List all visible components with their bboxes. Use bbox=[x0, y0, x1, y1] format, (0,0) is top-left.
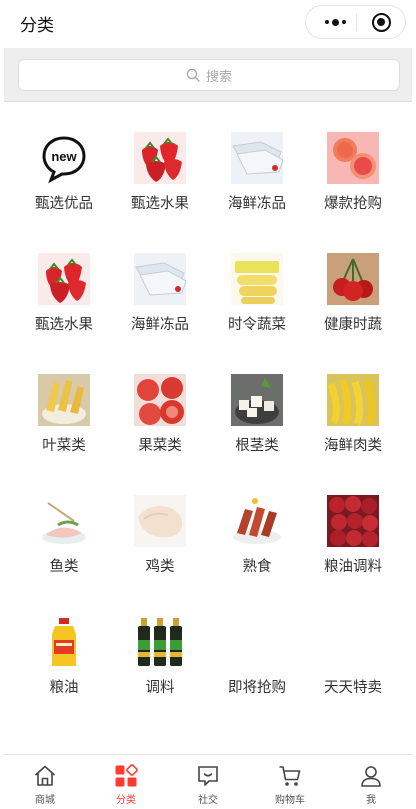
fish-slice-image bbox=[38, 495, 90, 547]
category-label: 海鲜肉类 bbox=[324, 438, 382, 454]
grapefruit-image bbox=[327, 132, 379, 184]
cart-icon bbox=[279, 766, 301, 786]
category-label: 天天特卖 bbox=[324, 680, 382, 696]
tab-label: 购物车 bbox=[275, 795, 305, 806]
sauce-bottles-image bbox=[134, 616, 186, 668]
tomato-image bbox=[134, 374, 186, 426]
corn-basket-image bbox=[38, 374, 90, 426]
tab-social[interactable]: 社交 bbox=[167, 755, 249, 809]
category-item[interactable]: 叶菜类 bbox=[12, 354, 116, 475]
chat-icon bbox=[198, 766, 218, 786]
tab-mall[interactable]: 商城 bbox=[4, 755, 86, 809]
category-label: 熟食 bbox=[242, 559, 272, 575]
category-item[interactable]: 调料 bbox=[108, 596, 212, 717]
category-item[interactable]: 海鲜肉类 bbox=[301, 354, 405, 475]
new-badge-icon: new bbox=[42, 136, 86, 184]
category-label: 甄选水果 bbox=[131, 196, 189, 212]
tab-cart[interactable]: 购物车 bbox=[249, 755, 331, 809]
page-title: 分类 bbox=[20, 16, 54, 36]
search-input[interactable]: 搜索 bbox=[18, 59, 400, 91]
category-label: 海鲜冻品 bbox=[228, 196, 286, 212]
category-item[interactable]: 甄选水果 bbox=[108, 112, 212, 233]
banana-image bbox=[327, 374, 379, 426]
category-item[interactable]: 爆款抢购 bbox=[301, 112, 405, 233]
category-icon bbox=[115, 764, 138, 787]
tab-label: 商城 bbox=[35, 795, 55, 806]
home-icon bbox=[34, 765, 56, 786]
tab-label: 我 bbox=[366, 795, 376, 806]
frozen-fish-image bbox=[134, 253, 186, 305]
category-item[interactable]: 健康时蔬 bbox=[301, 233, 405, 354]
category-label: 健康时蔬 bbox=[324, 317, 382, 333]
search-icon bbox=[186, 68, 200, 82]
category-label: 叶菜类 bbox=[42, 438, 86, 454]
category-label: 甄选水果 bbox=[35, 317, 93, 333]
mini-program-capsule bbox=[305, 5, 406, 39]
category-item[interactable]: 根茎类 bbox=[205, 354, 309, 475]
search-placeholder: 搜索 bbox=[205, 69, 232, 85]
strawberry-image bbox=[134, 132, 186, 184]
frozen-fish-image bbox=[231, 132, 283, 184]
category-label: 爆款抢购 bbox=[324, 196, 382, 212]
category-label: 根茎类 bbox=[235, 438, 279, 454]
category-label: 海鲜冻品 bbox=[131, 317, 189, 333]
search-bar-area: 搜索 bbox=[4, 48, 412, 102]
lychee-image bbox=[327, 495, 379, 547]
category-label: 甄选优品 bbox=[35, 196, 93, 212]
category-item[interactable]: 时令蔬菜 bbox=[205, 233, 309, 354]
chicken-image bbox=[134, 495, 186, 547]
category-item[interactable]: 粮油 bbox=[12, 596, 116, 717]
nav-bar: 分类 bbox=[0, 0, 416, 48]
bottom-tab-bar: 商城 分类 社交 购物车 我 bbox=[4, 754, 412, 809]
category-item[interactable]: 天天特卖 bbox=[301, 596, 405, 717]
category-label: 即将抢购 bbox=[228, 680, 286, 696]
category-item[interactable]: 即将抢购 bbox=[205, 596, 309, 717]
category-label: 鱼类 bbox=[49, 559, 79, 575]
tab-label: 社交 bbox=[198, 795, 218, 806]
category-label: 鸡类 bbox=[145, 559, 175, 575]
category-item[interactable]: 海鲜冻品 bbox=[108, 233, 212, 354]
category-label: 调料 bbox=[145, 680, 175, 696]
close-target-icon[interactable] bbox=[372, 13, 391, 32]
tab-category[interactable]: 分类 bbox=[85, 755, 167, 809]
tab-me[interactable]: 我 bbox=[330, 755, 412, 809]
user-icon bbox=[361, 766, 381, 787]
more-icon[interactable] bbox=[318, 6, 352, 38]
svg-text:new: new bbox=[51, 149, 77, 164]
category-item[interactable]: 果菜类 bbox=[108, 354, 212, 475]
category-label: 果菜类 bbox=[138, 438, 182, 454]
category-item[interactable]: 熟食 bbox=[205, 475, 309, 596]
category-label: 粮油 bbox=[49, 680, 79, 696]
strawberry-image bbox=[38, 253, 90, 305]
cooked-meat-image bbox=[231, 495, 283, 547]
category-label: 时令蔬菜 bbox=[228, 317, 286, 333]
category-item[interactable]: 粮油调料 bbox=[301, 475, 405, 596]
capsule-divider bbox=[356, 14, 357, 31]
cherry-image bbox=[327, 253, 379, 305]
root-vegetable-image bbox=[231, 374, 283, 426]
category-item[interactable]: 甄选水果 bbox=[12, 233, 116, 354]
corn-image bbox=[231, 253, 283, 305]
category-item[interactable]: new 甄选优品 bbox=[12, 112, 116, 233]
category-label: 粮油调料 bbox=[324, 559, 382, 575]
tab-label: 分类 bbox=[116, 795, 136, 806]
category-item[interactable]: 鸡类 bbox=[108, 475, 212, 596]
category-item[interactable]: 鱼类 bbox=[12, 475, 116, 596]
oil-bottle-image bbox=[38, 616, 90, 668]
category-item[interactable]: 海鲜冻品 bbox=[205, 112, 309, 233]
